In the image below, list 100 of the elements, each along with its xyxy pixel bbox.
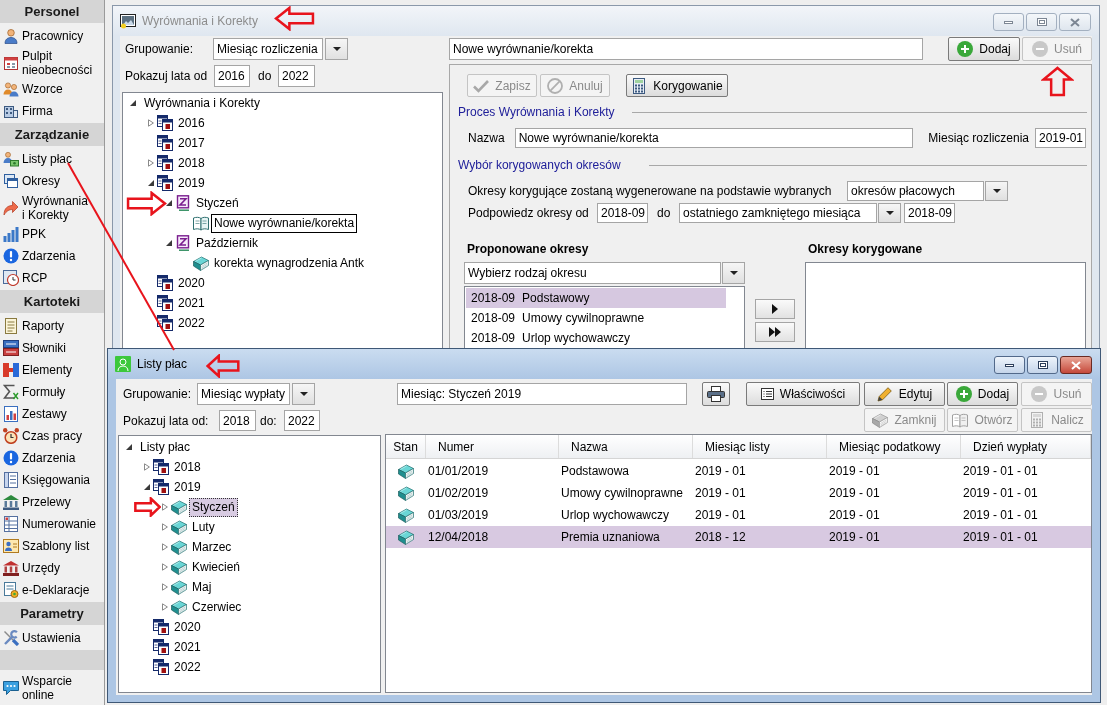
nav-item[interactable]: Pulpit nieobecności bbox=[0, 47, 104, 78]
text-field[interactable]: 2019-01 bbox=[1035, 128, 1086, 148]
text-field[interactable]: Nowe wyrównanie/korekta bbox=[449, 38, 923, 60]
tree-item[interactable]: korekta wynagrodzenia Antk bbox=[211, 253, 368, 273]
text-field[interactable]: 2016 bbox=[214, 65, 250, 87]
table-row[interactable]: 01/03/2019 Urlop wychowawczy 2019 - 01 2019 - 01 2019 - 01 - 01 bbox=[386, 504, 1091, 526]
expander-icon[interactable] bbox=[130, 100, 136, 106]
close-button[interactable] bbox=[1060, 356, 1092, 374]
text-field[interactable]: 2018-09 bbox=[904, 203, 955, 223]
dropdown-button[interactable] bbox=[722, 262, 745, 284]
tree-item[interactable]: 2021 bbox=[171, 637, 204, 657]
tree-item[interactable]: 2019 bbox=[175, 173, 208, 193]
nav-item[interactable]: Pracownicy bbox=[0, 25, 104, 47]
dropdown-button[interactable] bbox=[878, 203, 901, 223]
tree-item[interactable]: Październik bbox=[193, 233, 262, 253]
nav-item[interactable]: Wyrównania i Korekty bbox=[0, 192, 104, 223]
tree-item[interactable]: 2018 bbox=[175, 153, 208, 173]
column-header[interactable]: Nazwa bbox=[559, 435, 693, 458]
tree-item[interactable]: Styczeń bbox=[193, 193, 242, 213]
tree-item[interactable]: Kwiecień bbox=[189, 557, 244, 577]
table-row[interactable]: 01/02/2019 Umowy cywilnoprawne 2019 - 01 2019 - 01 2019 - 01 - 01 bbox=[386, 482, 1091, 504]
table-row[interactable]: 01/01/2019 Podstawowa 2019 - 01 2019 - 01 2019 - 01 - 01 bbox=[386, 460, 1091, 482]
text-field[interactable]: 2022 bbox=[278, 65, 315, 87]
text-field[interactable]: 2018-09 bbox=[597, 203, 648, 223]
minimize-button[interactable] bbox=[994, 356, 1025, 374]
properties-button[interactable]: Właściwości bbox=[746, 382, 860, 406]
expander-icon[interactable] bbox=[126, 444, 132, 450]
nav-item[interactable]: Zestawy bbox=[0, 403, 104, 425]
nav-item[interactable]: Firma bbox=[0, 100, 104, 122]
calculate-button[interactable]: Korygowanie bbox=[626, 74, 728, 97]
nav-item[interactable]: Księgowania bbox=[0, 469, 104, 491]
column-header[interactable]: Stan bbox=[386, 435, 426, 458]
tree-item[interactable]: Listy płac bbox=[137, 437, 194, 457]
dropdown-button[interactable] bbox=[325, 38, 348, 60]
tree-item[interactable]: 2020 bbox=[175, 273, 208, 293]
tree-item[interactable]: Marzec bbox=[189, 537, 235, 557]
nav-item[interactable]: Przelewy bbox=[0, 491, 104, 513]
tree-item[interactable]: 2022 bbox=[171, 657, 204, 677]
text-field[interactable]: Nowe wyrównanie/korekta bbox=[514, 128, 914, 148]
nav-item[interactable]: Numerowanie bbox=[0, 513, 104, 535]
nav-item[interactable]: Szablony list bbox=[0, 535, 104, 557]
nav-item[interactable]: Wsparcie online bbox=[0, 672, 104, 703]
tree-item[interactable]: Nowe wyrównanie/korekta bbox=[211, 213, 358, 233]
list-option[interactable]: 2018-09 Urlop wychowawczy bbox=[466, 328, 726, 348]
list-option[interactable]: 2018-09 Umowy cywilnoprawne bbox=[466, 308, 726, 328]
nav-item[interactable]: Słowniki bbox=[0, 337, 104, 359]
tree-item[interactable]: 2022 bbox=[175, 313, 208, 333]
nav-item[interactable]: Czas pracy bbox=[0, 425, 104, 447]
select-field[interactable]: Miesiąc rozliczenia bbox=[213, 38, 323, 60]
nav-item[interactable]: Ustawienia bbox=[0, 627, 104, 649]
tree-item[interactable]: 2021 bbox=[175, 293, 208, 313]
nav-item[interactable]: Zdarzenia bbox=[0, 447, 104, 469]
move-right-button[interactable] bbox=[755, 299, 795, 319]
column-header[interactable]: Dzień wypłaty bbox=[961, 435, 1091, 458]
select-field[interactable]: Miesiąc wypłaty bbox=[197, 383, 290, 405]
tree-item[interactable]: 2017 bbox=[175, 133, 208, 153]
move-all-right-button[interactable] bbox=[755, 322, 795, 342]
select-field[interactable]: Wybierz rodzaj okresu bbox=[464, 262, 721, 284]
add-button[interactable]: Dodaj bbox=[947, 382, 1018, 406]
column-header[interactable]: Numer bbox=[426, 435, 559, 458]
nav-item[interactable]: Zdarzenia bbox=[0, 245, 104, 267]
tree-item[interactable]: 2020 bbox=[171, 617, 204, 637]
tree-item[interactable]: Luty bbox=[189, 517, 218, 537]
nav-item[interactable]: PPK bbox=[0, 223, 104, 245]
text-field[interactable]: 2018 bbox=[219, 410, 256, 431]
nav-item[interactable]: Listy płac bbox=[0, 148, 104, 170]
expander-icon[interactable] bbox=[144, 484, 150, 490]
tree-item[interactable]: Czerwiec bbox=[189, 597, 245, 617]
tree-item[interactable]: Maj bbox=[189, 577, 215, 597]
tree-item[interactable]: Styczeń bbox=[189, 497, 238, 517]
print-button[interactable] bbox=[702, 382, 730, 406]
nav-item[interactable]: e-Deklaracje bbox=[0, 579, 104, 601]
select-field[interactable]: ostatniego zamkniętego miesiąca bbox=[679, 203, 877, 223]
maximize-button[interactable] bbox=[1027, 356, 1058, 374]
nav-item[interactable]: Raporty bbox=[0, 315, 104, 337]
nav-item[interactable]: RCP bbox=[0, 267, 104, 289]
nav-item[interactable]: Formuły bbox=[0, 381, 104, 403]
text-field[interactable]: Miesiąc: Styczeń 2019 bbox=[397, 383, 687, 405]
tree-item[interactable]: 2019 bbox=[171, 477, 204, 497]
dropdown-button[interactable] bbox=[292, 383, 315, 405]
expander-icon[interactable] bbox=[148, 180, 154, 186]
add-button[interactable]: Dodaj bbox=[948, 37, 1020, 61]
select-field[interactable]: okresów płacowych bbox=[847, 181, 984, 201]
tree-item[interactable]: 2018 bbox=[171, 457, 204, 477]
nav-item[interactable]: Wzorce bbox=[0, 78, 104, 100]
column-header[interactable]: Miesiąc podatkowy bbox=[827, 435, 961, 458]
tree-item[interactable]: Wyrównania i Korekty bbox=[141, 93, 263, 113]
expander-icon[interactable] bbox=[166, 200, 172, 206]
nav-item[interactable]: Okresy bbox=[0, 170, 104, 192]
tree-item[interactable]: 2016 bbox=[175, 113, 208, 133]
column-header[interactable]: Miesiąc listy bbox=[693, 435, 827, 458]
table-row[interactable]: 12/04/2018 Premia uznaniowa 2018 - 12 2019 - 01 2019 - 01 - 01 bbox=[386, 526, 1091, 548]
nav-item[interactable]: Urzędy bbox=[0, 557, 104, 579]
dropdown-button[interactable] bbox=[985, 181, 1008, 201]
edit-button[interactable]: Edytuj bbox=[864, 382, 945, 406]
text-field[interactable]: 2022 bbox=[284, 410, 320, 431]
list-option[interactable]: 2018-09 Podstawowy bbox=[466, 288, 726, 308]
nav-item[interactable]: Elementy bbox=[0, 359, 104, 381]
table-cell-text: 2019 - 01 bbox=[694, 507, 747, 524]
expander-icon[interactable] bbox=[166, 240, 172, 246]
